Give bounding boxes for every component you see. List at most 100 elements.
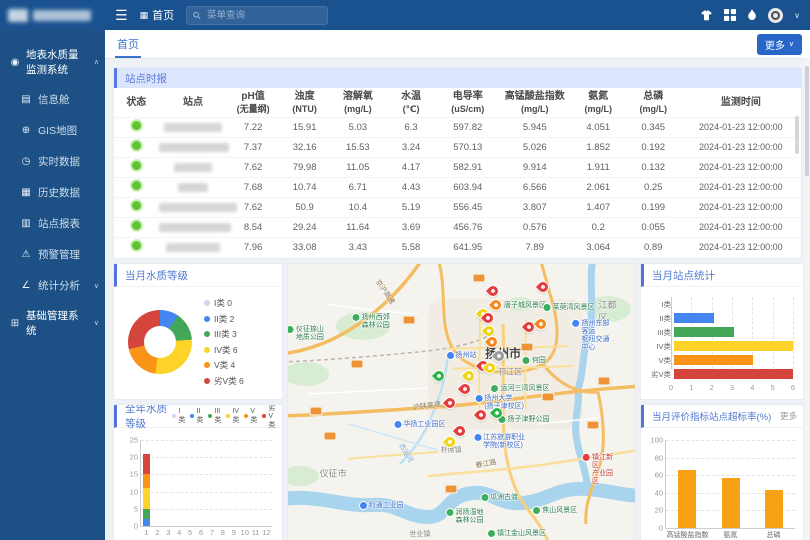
station-marker-yellow[interactable] <box>485 363 495 373</box>
monitor-time-cell: 2024-01-23 12:00:00 <box>681 157 801 177</box>
chevron-down-icon[interactable]: ∨ <box>794 11 800 20</box>
station-marker-red[interactable] <box>483 313 493 323</box>
poi-icon-blue <box>475 395 482 402</box>
station-name-cell <box>159 177 228 197</box>
map-road-label: 沪陕高速 <box>412 399 441 412</box>
station-marker-gray[interactable] <box>494 351 504 361</box>
map-poi-label: 茱萸湾风景区 <box>544 304 595 312</box>
hbar-category-label: IV类 <box>645 341 674 352</box>
legend-label: III类 <box>214 408 221 425</box>
value-cell: 1.852 <box>571 137 626 157</box>
exceed-more-link[interactable]: 更多 <box>780 410 803 422</box>
station-marker-red[interactable] <box>455 426 465 436</box>
value-cell: 3.24 <box>385 137 437 157</box>
page-scrollbar[interactable] <box>804 58 810 540</box>
poi-icon-green <box>491 385 498 392</box>
theme-shirt-icon[interactable] <box>700 10 713 21</box>
poi-icon-green <box>481 493 488 500</box>
table-scrollbar[interactable] <box>795 116 799 154</box>
station-marker-orange[interactable] <box>536 319 546 329</box>
gridline <box>141 492 272 493</box>
station-marker-orange[interactable] <box>491 300 501 310</box>
sidebar-item-label: GIS地图 <box>38 123 77 138</box>
map-city-label: 仪征市 <box>320 466 347 479</box>
road-shield-icon <box>521 343 534 352</box>
value-cell: 29.24 <box>279 217 331 237</box>
search-input[interactable] <box>205 9 321 22</box>
monthly-station-title: 当月站点统计 <box>641 264 803 287</box>
status-cell <box>114 217 159 237</box>
menu-search[interactable] <box>186 6 328 25</box>
value-cell: 11.64 <box>330 217 385 237</box>
map-poi-label: 焦山风景区 <box>533 507 577 515</box>
flame-icon[interactable] <box>747 9 757 21</box>
hbar-category-label: 劣V类 <box>645 369 674 380</box>
sidebar-item[interactable]: ▤信息舱 <box>0 84 105 115</box>
nav-home-label: 首页 <box>152 7 174 23</box>
poi-icon-green <box>353 314 360 321</box>
road-shield-icon <box>445 485 458 494</box>
sidebar-item[interactable]: ∠统计分析∨ <box>0 270 105 301</box>
sidebar-item[interactable]: ◷实时数据 <box>0 146 105 177</box>
station-marker-yellow[interactable] <box>484 326 494 336</box>
station-marker-red[interactable] <box>460 384 470 394</box>
x-tick-label: 11 <box>252 528 260 537</box>
value-cell: 4.17 <box>385 157 437 177</box>
station-marker-red[interactable] <box>488 286 498 296</box>
page-scrollbar-thumb[interactable] <box>805 66 809 176</box>
gridline <box>666 458 795 459</box>
stats-icon: ∠ <box>20 280 32 291</box>
hamburger-icon[interactable]: ☰ <box>115 8 128 22</box>
sidebar-item[interactable]: ⚠预警管理 <box>0 239 105 270</box>
x-tick-label: 5 <box>188 528 192 537</box>
column-header: 总磷(mg/L) <box>626 88 681 117</box>
station-name-blurred <box>159 203 237 212</box>
station-marker-orange[interactable] <box>487 337 497 347</box>
value-cell: 8.54 <box>227 217 279 237</box>
donut-legend: I类 0II类 2III类 3IV类 6V类 4劣V类 6 <box>204 297 244 387</box>
sidebar-item[interactable]: ▦历史数据 <box>0 177 105 208</box>
map-poi-label: 江苏旅游职业 学院(新校区) <box>474 434 525 450</box>
hbar-row: V类 <box>645 353 793 367</box>
station-marker-green[interactable] <box>492 408 502 418</box>
avatar[interactable] <box>768 8 783 23</box>
topbar: ☰ ▦ 首页 ∨ <box>105 0 810 30</box>
right-column: 当月站点统计 I类II类III类IV类V类劣V类0123456 当月评价指标站点… <box>640 263 804 540</box>
legend-dot <box>190 414 194 418</box>
station-name-cell <box>159 137 228 157</box>
tab-home[interactable]: 首页 <box>113 30 143 58</box>
legend-dot <box>226 414 230 418</box>
value-cell: 570.13 <box>437 137 499 157</box>
sidebar-item[interactable]: ▥站点报表 <box>0 208 105 239</box>
poi-icon-blue <box>573 320 580 327</box>
value-cell: 15.91 <box>279 117 331 137</box>
map-poi-label: 何园 <box>523 357 546 365</box>
poi-icon-blue <box>447 352 454 359</box>
station-marker-red[interactable] <box>538 282 548 292</box>
annual-grade-title: 全年水质等级 I类II类III类IV类V类劣V类 <box>114 405 282 428</box>
station-report-table: 状态站点pH值(无量纲)浊度(NTU)溶解氧(mg/L)水温(℃)电导率(uS/… <box>114 88 801 257</box>
layout-icon[interactable] <box>724 9 736 21</box>
nav-home[interactable]: ▦ 首页 <box>140 7 175 23</box>
status-dot-normal <box>132 141 141 150</box>
sidebar-group[interactable]: ◉地表水质量监测系统∧ <box>0 40 105 84</box>
sidebar-item[interactable]: ⊕GIS地图 <box>0 115 105 146</box>
station-name-blurred <box>174 163 212 172</box>
search-icon <box>193 11 201 20</box>
station-marker-yellow[interactable] <box>445 437 455 447</box>
station-marker-red[interactable] <box>476 410 486 420</box>
water-system-icon: ◉ <box>9 57 21 68</box>
sidebar-group[interactable]: ⊞基础管理系统∨ <box>0 301 105 345</box>
gridline <box>141 440 272 441</box>
x-tick-label: 12 <box>262 528 270 537</box>
bar-segment <box>143 519 150 526</box>
station-marker-yellow[interactable] <box>464 371 474 381</box>
map-panel[interactable]: 扬州市邗江区江都区仪征市朴席镇世业镇沪陕高速京沪高速春江路古运河扬州西郊 森林公… <box>287 263 636 540</box>
more-button[interactable]: 更多 ∨ <box>757 34 802 55</box>
more-button-label: 更多 <box>765 37 785 52</box>
station-marker-red[interactable] <box>445 398 455 408</box>
station-marker-green[interactable] <box>434 371 444 381</box>
monthly-station-card: 当月站点统计 I类II类III类IV类V类劣V类0123456 <box>640 263 804 400</box>
hbar-row: 劣V类 <box>645 367 793 381</box>
map-poi-label: 扬州站 <box>447 352 477 360</box>
